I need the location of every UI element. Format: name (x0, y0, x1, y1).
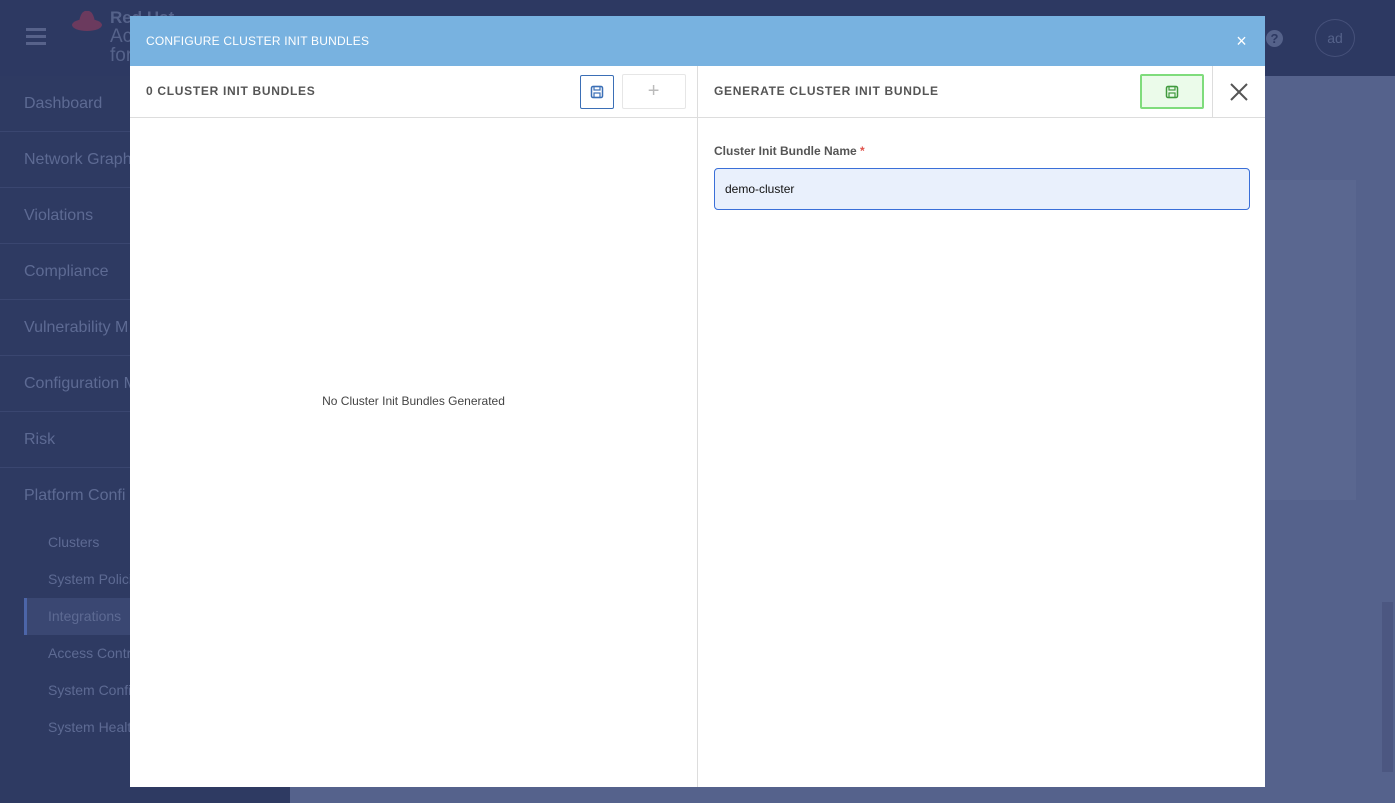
close-pane-button[interactable] (1212, 66, 1265, 118)
generate-title: GENERATE CLUSTER INIT BUNDLE (714, 84, 939, 98)
save-icon (1165, 85, 1179, 98)
add-bundle-button[interactable]: + (622, 74, 686, 109)
generate-save-button[interactable] (1140, 74, 1204, 109)
download-button[interactable] (580, 75, 614, 109)
bundle-name-input[interactable] (714, 168, 1250, 210)
modal-header: CONFIGURE CLUSTER INIT BUNDLES × (130, 16, 1265, 66)
save-icon (590, 85, 604, 99)
generate-bundle-pane: GENERATE CLUSTER INIT BUNDLE Cluster Ini… (698, 66, 1265, 787)
redhat-logo (72, 10, 102, 31)
modal-close-icon[interactable]: × (1236, 16, 1247, 66)
close-icon (1230, 83, 1248, 101)
generate-pane-header: GENERATE CLUSTER INIT BUNDLE (698, 66, 1265, 118)
menu-icon[interactable] (26, 28, 46, 46)
scrollbar[interactable] (1382, 602, 1393, 772)
configure-bundles-modal: CONFIGURE CLUSTER INIT BUNDLES × 0 CLUST… (130, 16, 1265, 787)
modal-title: CONFIGURE CLUSTER INIT BUNDLES (146, 34, 370, 48)
bundles-list-pane: 0 CLUSTER INIT BUNDLES + No Cluster Init… (130, 66, 698, 787)
list-pane-header: 0 CLUSTER INIT BUNDLES + (130, 66, 697, 118)
empty-state-text: No Cluster Init Bundles Generated (322, 394, 505, 408)
bundle-name-label: Cluster Init Bundle Name * (714, 144, 865, 158)
bundles-count-title: 0 CLUSTER INIT BUNDLES (146, 84, 316, 98)
help-icon[interactable]: ? (1266, 30, 1283, 47)
avatar[interactable]: ad (1315, 19, 1355, 57)
